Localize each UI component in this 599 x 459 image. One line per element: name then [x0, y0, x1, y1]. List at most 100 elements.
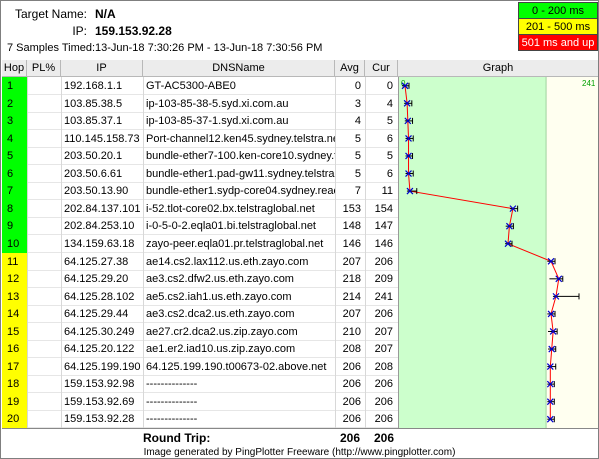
column-divider [27, 77, 28, 428]
packet-loss [27, 112, 61, 130]
hop-avg: 207 [342, 255, 361, 268]
hop-ip: 202.84.253.10 [64, 220, 135, 233]
packet-loss [27, 288, 61, 306]
hop-ip: 192.168.1.1 [64, 80, 123, 92]
hop-avg: 210 [342, 325, 361, 338]
round-trip-avg: 206 [339, 431, 360, 445]
hop-cur: 146 [374, 237, 393, 250]
hop-cur: 206 [374, 255, 393, 268]
hop-ip: 64.125.29.20 [64, 273, 129, 286]
hop-number: 3 [2, 112, 27, 131]
hop-cur: 0 [386, 80, 393, 92]
packet-loss [27, 165, 61, 183]
column-header-ip[interactable]: IP [61, 60, 143, 77]
hop-number: 11 [2, 252, 27, 271]
column-divider [61, 77, 62, 428]
hop-number: 9 [2, 217, 27, 236]
hop-dnsname: ae5.cs2.iah1.us.eth.zayo.com [146, 290, 292, 303]
column-header-dnsname[interactable]: DNSName [143, 60, 335, 77]
packet-loss [27, 253, 61, 271]
hop-number: 1 [2, 77, 27, 95]
hop-ip: 110.145.158.73 [64, 132, 140, 145]
hop-ip: 203.50.13.90 [64, 185, 129, 198]
hop-dnsname: i-0-5-0-2.eqla01.bi.telstraglobal.net [146, 220, 316, 233]
hop-cur: 241 [374, 290, 393, 303]
hop-dnsname: ae14.cs2.lax112.us.eth.zayo.com [146, 255, 309, 268]
hop-dnsname: ae1.er2.iad10.us.zip.zayo.com [146, 343, 296, 356]
hop-dnsname: ae3.cs2.dfw2.us.eth.zayo.com [146, 273, 294, 286]
hop-number: 15 [2, 322, 27, 341]
hop-avg: 4 [354, 115, 361, 128]
hop-dnsname: zayo-peer.eqla01.pr.telstraglobal.net [146, 237, 324, 250]
hop-number: 17 [2, 357, 27, 376]
packet-loss [27, 147, 61, 165]
latency-graph-svg: 0241 [399, 77, 598, 428]
hop-ip: 64.125.20.122 [64, 343, 135, 356]
packet-loss [27, 182, 61, 200]
packet-loss [27, 340, 61, 358]
hop-cur: 206 [374, 378, 393, 391]
round-trip-row: Round Trip: 206 206 [2, 428, 598, 447]
column-header-graph[interactable]: Graph [398, 60, 598, 77]
column-header-hop[interactable]: Hop [2, 60, 27, 77]
samples-timed-label: 7 Samples Timed: [7, 42, 96, 54]
hop-dnsname: ae3.cs2.dca2.us.eth.zayo.com [146, 308, 295, 321]
hop-dnsname: GT-AC5300-ABE0 [146, 80, 236, 92]
packet-loss [27, 305, 61, 323]
hop-cur: 6 [386, 167, 393, 180]
packet-loss [27, 393, 61, 411]
hop-cur: 206 [374, 413, 393, 426]
target-name-label: Target Name: [14, 7, 87, 21]
round-trip-cur: 206 [373, 431, 394, 445]
graph-scale-max: 241 [582, 79, 596, 88]
hop-number: 14 [2, 305, 27, 324]
hop-number: 7 [2, 182, 27, 201]
hop-ip: 64.125.28.102 [64, 290, 135, 303]
hop-dnsname: -------------- [146, 378, 198, 391]
samples-timed-value: 13-Jun-18 7:30:26 PM - 13-Jun-18 7:30:56… [95, 42, 323, 54]
target-name-value: N/A [95, 7, 116, 21]
pingplotter-window: Target Name: N/A IP: 159.153.92.28 7 Sam… [0, 0, 599, 459]
hop-avg: 5 [354, 150, 361, 163]
hop-table: Hop PL% IP DNSName Avg Cur Graph 1 192.16… [2, 60, 598, 429]
hop-number: 19 [2, 392, 27, 411]
hop-avg: 0 [354, 80, 361, 92]
graph-green-zone [399, 77, 547, 428]
latency-graph[interactable]: 0241 [399, 77, 598, 428]
hop-number: 6 [2, 164, 27, 183]
hop-dnsname: bundle-ether7-100.ken-core10.sydney.t [146, 150, 335, 163]
hop-avg: 206 [342, 413, 361, 426]
hop-ip: 203.50.6.61 [64, 167, 123, 180]
hop-cur: 207 [374, 325, 393, 338]
hop-number: 20 [2, 410, 27, 429]
hop-avg: 206 [342, 378, 361, 391]
column-header-cur[interactable]: Cur [365, 60, 398, 77]
legend-item: 0 - 200 ms [518, 2, 598, 19]
packet-loss [27, 270, 61, 288]
hop-dnsname: -------------- [146, 395, 198, 408]
hop-avg: 206 [342, 360, 361, 373]
packet-loss [27, 410, 61, 428]
round-trip-label: Round Trip: [143, 431, 211, 445]
hop-ip: 203.50.20.1 [64, 150, 123, 163]
hop-number: 5 [2, 147, 27, 166]
hop-cur: 147 [374, 220, 393, 233]
hop-number: 4 [2, 129, 27, 148]
column-header-pl[interactable]: PL% [27, 60, 61, 77]
column-divider [143, 77, 144, 428]
column-header-avg[interactable]: Avg [335, 60, 365, 77]
hop-avg: 208 [342, 343, 361, 356]
hop-number: 13 [2, 287, 27, 306]
hop-cur: 5 [386, 115, 393, 128]
hop-dnsname: Port-channel12.ken45.sydney.telstra.ne [146, 132, 335, 145]
hop-cur: 6 [386, 132, 393, 145]
hop-ip: 64.125.199.190 [64, 360, 141, 373]
hop-dnsname: 64.125.199.190.t00673-02.above.net [146, 360, 327, 373]
hop-cur: 5 [386, 150, 393, 163]
hop-ip: 159.153.92.28 [64, 413, 135, 426]
packet-loss [27, 200, 61, 218]
hop-dnsname: ip-103-85-38-5.syd.xi.com.au [146, 97, 289, 110]
hop-cur: 207 [374, 343, 393, 356]
packet-loss [27, 95, 61, 113]
hop-cur: 11 [381, 185, 393, 198]
